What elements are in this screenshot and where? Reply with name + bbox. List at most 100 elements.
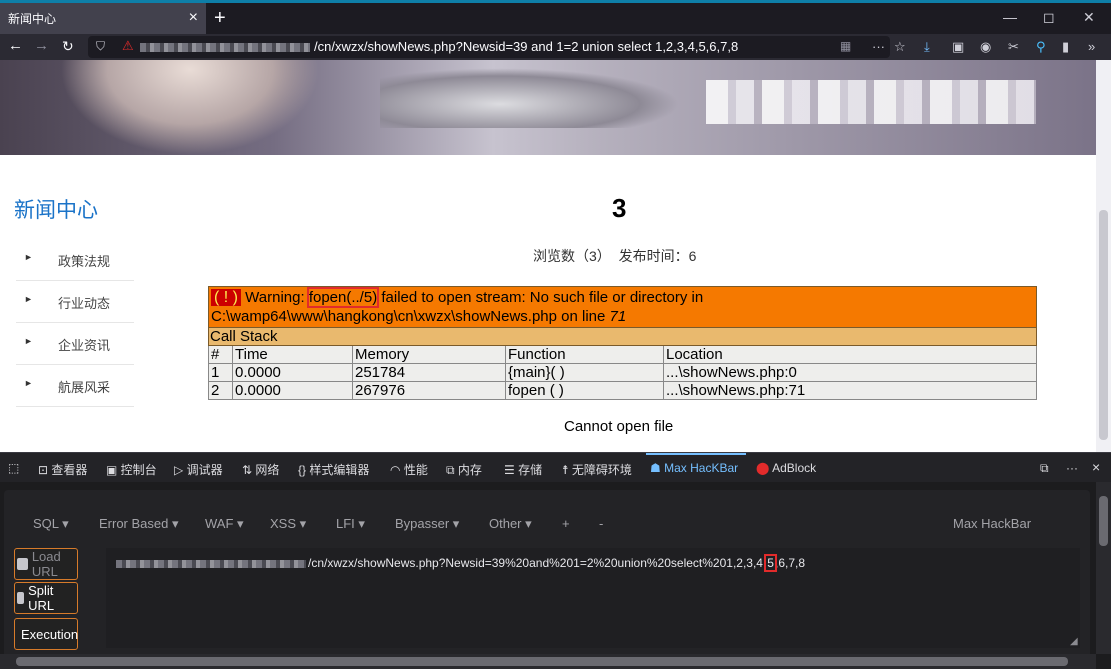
column-header: Time xyxy=(232,345,353,364)
tab-accessibility[interactable]: ☨ 无障碍环境 xyxy=(562,461,632,478)
download-icon[interactable]: ⤓ xyxy=(924,39,930,55)
forward-icon[interactable]: → xyxy=(34,37,49,54)
sidebar-item-label: 政策法规 xyxy=(58,254,111,269)
sidebar-icon[interactable]: ▣ xyxy=(952,39,964,55)
sidebar-item-label: 行业动态 xyxy=(58,296,111,311)
execution-button[interactable]: Execution xyxy=(14,618,78,650)
tab-storage[interactable]: ☰ 存储 xyxy=(504,461,542,478)
load-url-button[interactable]: Load URL xyxy=(14,548,78,580)
address-bar[interactable]: ⛉ ⚠ /cn/xwzx/showNews.php?Newsid=39 and … xyxy=(88,36,890,58)
column-header: # xyxy=(208,345,233,364)
hackbar-vertical-thumb[interactable] xyxy=(1099,496,1108,546)
navigation-bar: ← → ↻ ⛉ ⚠ /cn/xwzx/showNews.php?Newsid=3… xyxy=(0,34,1111,60)
tab-max-hackbar[interactable]: ☗ Max HacKBar xyxy=(650,461,738,475)
sidebar-item-industry[interactable]: ► 行业动态 xyxy=(16,281,134,323)
devtools-more-icon[interactable]: ··· xyxy=(1066,461,1078,475)
menu-error-based[interactable]: Error Based ▾ xyxy=(99,516,179,532)
xdebug-error-table: ( ! ) Warning: fopen(../5) failed to ope… xyxy=(208,286,1037,400)
hackbar-horizontal-scrollbar[interactable] xyxy=(0,654,1096,669)
remove-tab-button[interactable]: - xyxy=(599,516,603,531)
warning-function: fopen(../5) xyxy=(306,287,380,308)
warning-icon: ( ! ) xyxy=(211,289,241,306)
addon-icon[interactable]: ▮ xyxy=(1062,39,1069,55)
extension-icon[interactable]: ◉ xyxy=(980,39,991,55)
tab-memory[interactable]: ⧉ 内存 xyxy=(446,461,482,478)
tab-network[interactable]: ⇅ 网络 xyxy=(242,461,279,478)
bookmark-star-icon[interactable]: ☆ xyxy=(894,39,906,55)
table-cell: 0.0000 xyxy=(232,363,353,382)
split-url-label: Split URL xyxy=(28,583,55,613)
bullet-icon: ► xyxy=(24,294,33,304)
tab-style-editor[interactable]: {} 样式编辑器 xyxy=(298,461,369,478)
execution-label: Execution xyxy=(21,626,79,642)
redacted-logo xyxy=(706,80,1036,124)
resize-handle-icon[interactable]: ◢ xyxy=(1070,636,1078,647)
warning-message: ( ! ) Warning: fopen(../5) failed to ope… xyxy=(208,286,1037,328)
sidebar-item-airshow[interactable]: ► 航展风采 xyxy=(16,365,134,407)
table-row: 2 0.0000 267976 fopen ( ) ...\showNews.p… xyxy=(208,381,1037,400)
web-page: 新闻中心 ► 政策法规 ► 行业动态 ► 企业资讯 ► 航展风采 3 浏览数（3… xyxy=(0,60,1096,452)
add-tab-button[interactable]: + xyxy=(562,516,570,531)
hackbar-vertical-scrollbar[interactable] xyxy=(1096,482,1111,654)
menu-other[interactable]: Other ▾ xyxy=(489,516,532,532)
sidebar-title: 新闻中心 xyxy=(14,199,98,222)
tab-performance[interactable]: ◠ 性能 xyxy=(390,461,428,478)
hackbar-brand: Max HackBar xyxy=(953,516,1032,531)
element-picker-icon[interactable]: ⬚ xyxy=(8,461,19,475)
qr-code-icon[interactable]: ▦ xyxy=(840,39,851,53)
minimize-icon[interactable]: — xyxy=(1003,9,1017,25)
new-tab-button[interactable]: + xyxy=(214,7,226,30)
bullet-icon: ► xyxy=(24,252,33,262)
window-close-icon[interactable]: ✕ xyxy=(1083,9,1095,26)
insecure-lock-icon[interactable]: ⚠ xyxy=(122,38,134,54)
browser-tab[interactable]: 新闻中心 × xyxy=(0,3,206,34)
devtools-toolbar: ⬚ ⊡ 查看器 ▣ 控制台 ▷ 调试器 ⇅ 网络 {} 样式编辑器 ◠ 性能 ⧉… xyxy=(0,452,1111,482)
table-cell: ...\showNews.php:71 xyxy=(663,381,1037,400)
table-cell: 1 xyxy=(208,363,233,382)
reload-icon[interactable]: ↻ xyxy=(62,38,74,55)
article-meta: 浏览数（3） 发布时间：6 xyxy=(533,248,697,264)
bullet-icon: ► xyxy=(24,336,33,346)
table-cell: fopen ( ) xyxy=(505,381,664,400)
tab-console[interactable]: ▣ 控制台 xyxy=(106,461,157,478)
tab-debugger[interactable]: ▷ 调试器 xyxy=(174,461,223,478)
tab-adblock[interactable]: ⬤ AdBlock xyxy=(756,461,816,475)
hackbar-panel: SQL ▾ Error Based ▾ WAF ▾ XSS ▾ LFI ▾ By… xyxy=(0,482,1111,669)
table-cell: {main}( ) xyxy=(505,363,664,382)
location-icon[interactable]: ⚲ xyxy=(1036,39,1046,55)
overflow-menu-icon[interactable]: » xyxy=(1088,39,1095,54)
sidebar-item-policy[interactable]: ► 政策法规 xyxy=(16,239,134,281)
tab-title: 新闻中心 xyxy=(8,12,57,26)
page-scroll-thumb[interactable] xyxy=(1099,210,1108,440)
column-header: Memory xyxy=(352,345,506,364)
table-cell: 251784 xyxy=(352,363,506,382)
load-icon xyxy=(17,558,28,570)
page-actions-icon[interactable]: ··· xyxy=(872,39,885,54)
error-footer: Cannot open file xyxy=(564,418,674,435)
column-header: Function xyxy=(505,345,664,364)
highlighted-param: 5 xyxy=(764,554,777,572)
sidebar-item-company[interactable]: ► 企业资讯 xyxy=(16,323,134,365)
menu-lfi[interactable]: LFI ▾ xyxy=(336,516,365,532)
page-scrollbar[interactable] xyxy=(1096,60,1111,452)
split-url-button[interactable]: Split URL xyxy=(14,582,78,614)
tools-icon[interactable]: ✂ xyxy=(1008,39,1019,55)
active-tab-indicator xyxy=(646,453,746,455)
dock-icon[interactable]: ⧉ xyxy=(1040,461,1049,476)
tab-close-icon[interactable]: × xyxy=(189,9,198,27)
menu-waf[interactable]: WAF ▾ xyxy=(205,516,244,532)
table-cell: 267976 xyxy=(352,381,506,400)
menu-bypasser[interactable]: Bypasser ▾ xyxy=(395,516,459,532)
maximize-icon[interactable]: ◻ xyxy=(1043,9,1055,26)
tab-inspector[interactable]: ⊡ 查看器 xyxy=(38,461,87,478)
tab-bar: 新闻中心 × + — ◻ ✕ xyxy=(0,0,1111,34)
shield-icon[interactable]: ⛉ xyxy=(96,39,105,54)
sidebar-item-label: 航展风采 xyxy=(58,380,111,395)
back-icon[interactable]: ← xyxy=(8,37,23,54)
redacted-host xyxy=(116,560,306,568)
devtools-close-icon[interactable]: × xyxy=(1092,459,1100,475)
hackbar-horizontal-thumb[interactable] xyxy=(16,657,1068,666)
menu-sql[interactable]: SQL ▾ xyxy=(33,516,69,532)
banner-airplane-image xyxy=(380,68,680,128)
menu-xss[interactable]: XSS ▾ xyxy=(270,516,306,532)
